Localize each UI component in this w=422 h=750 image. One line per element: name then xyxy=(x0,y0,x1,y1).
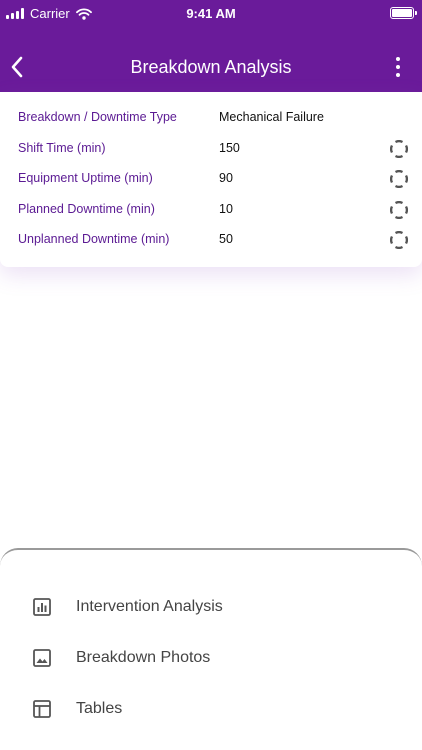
field-value: 10 xyxy=(219,201,233,216)
image-icon xyxy=(33,649,51,667)
menu-item-label: Breakdown Photos xyxy=(76,649,211,666)
menu-item-label: Intervention Analysis xyxy=(76,598,223,615)
status-bar: Carrier 9:41 AM xyxy=(0,0,422,28)
dot-icon xyxy=(396,65,400,69)
dot-icon xyxy=(396,57,400,61)
menu-item-intervention-analysis[interactable]: Intervention Analysis xyxy=(0,587,422,627)
loading-spinner-icon xyxy=(390,139,408,158)
menu-item-tables[interactable]: Tables xyxy=(0,689,422,729)
page-title: Breakdown Analysis xyxy=(130,57,292,77)
field-label: Equipment Uptime (min) xyxy=(18,171,153,185)
field-row-planned-downtime: Planned Downtime (min) 10 xyxy=(0,200,422,233)
field-label: Unplanned Downtime (min) xyxy=(18,232,170,246)
breakdown-details-card: Breakdown / Downtime Type Mechanical Fai… xyxy=(0,92,422,267)
loading-spinner-icon xyxy=(390,200,408,219)
field-row-type: Breakdown / Downtime Type Mechanical Fai… xyxy=(0,110,422,141)
field-row-unplanned-downtime: Unplanned Downtime (min) 50 xyxy=(0,231,422,263)
field-label: Shift Time (min) xyxy=(18,140,106,155)
bottom-sheet-menu: Intervention Analysis Breakdown Photos T… xyxy=(0,548,422,750)
field-value: 90 xyxy=(219,171,233,185)
field-label: Planned Downtime (min) xyxy=(18,201,155,216)
field-value: 150 xyxy=(219,140,240,155)
loading-spinner-icon xyxy=(390,170,408,188)
field-row-equipment-uptime: Equipment Uptime (min) 90 xyxy=(0,170,422,202)
menu-item-breakdown-photos[interactable]: Breakdown Photos xyxy=(0,638,422,678)
status-time: 9:41 AM xyxy=(186,6,236,21)
bar-chart-icon xyxy=(33,598,51,616)
menu-item-label: Tables xyxy=(76,700,123,717)
table-icon xyxy=(33,700,51,718)
field-row-shift-time: Shift Time (min) 150 xyxy=(0,139,422,172)
field-value: 50 xyxy=(219,232,233,246)
field-value: Mechanical Failure xyxy=(219,110,324,124)
app-header: Carrier 9:41 AM Breakdown Analysis xyxy=(0,0,422,92)
more-options-button[interactable] xyxy=(394,57,402,77)
dot-icon xyxy=(396,73,400,77)
battery-icon xyxy=(390,7,417,19)
loading-spinner-icon xyxy=(390,231,408,249)
field-label: Breakdown / Downtime Type xyxy=(18,110,177,124)
